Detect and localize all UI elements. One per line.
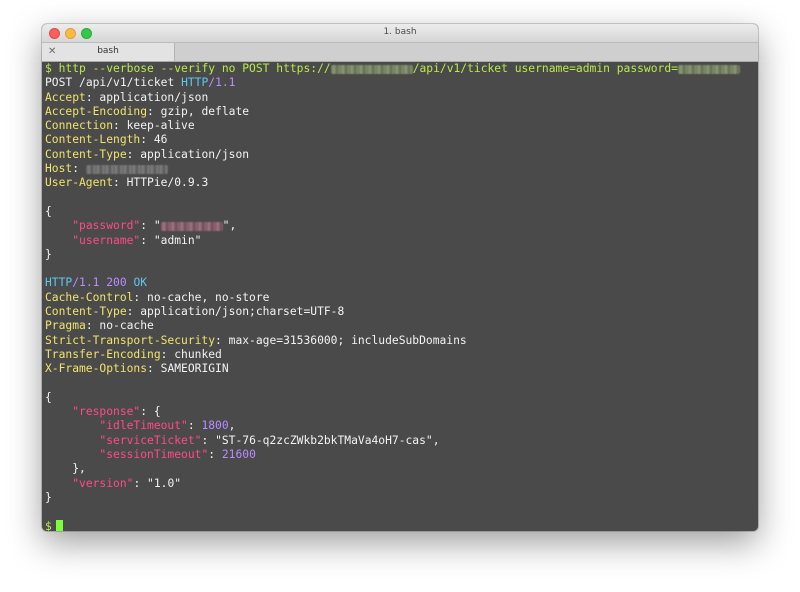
header-value: keep-alive bbox=[126, 119, 195, 133]
request-header: Connection: keep-alive bbox=[45, 119, 195, 133]
header-value: no-cache bbox=[99, 319, 154, 333]
redacted-host-value-blur bbox=[85, 164, 168, 174]
response-header: Content-Type: application/json;charset=U… bbox=[45, 305, 345, 319]
response-header: Transfer-Encoding: chunked bbox=[45, 347, 222, 361]
json-key: "username" bbox=[72, 233, 141, 247]
command-text-start: http --verbose --verify no POST https:// bbox=[58, 62, 331, 75]
header-value: application/json bbox=[140, 147, 250, 161]
redacted-password-value-blur bbox=[160, 221, 223, 231]
json-value: "1.0" bbox=[147, 476, 182, 490]
json-key: "serviceTicket" bbox=[99, 433, 202, 447]
input-prompt-line[interactable]: $ bbox=[45, 519, 758, 532]
prompt-symbol: $ bbox=[45, 62, 52, 75]
text-cursor bbox=[55, 519, 63, 531]
request-protocol: HTTP bbox=[181, 76, 209, 90]
json-key: "idleTimeout" bbox=[99, 419, 188, 433]
json-inner-close-line: }, bbox=[45, 462, 758, 476]
request-header: Accept: application/json bbox=[45, 90, 209, 104]
redacted-password-blur bbox=[677, 64, 740, 74]
terminal-window: 1. bash ✕ bash $ http --verbose --verify… bbox=[42, 24, 758, 531]
tab-bar: ✕ bash bbox=[42, 43, 758, 62]
request-header: Content-Length: 46 bbox=[45, 133, 168, 147]
tab-label: bash bbox=[97, 46, 119, 56]
json-number: 1800 bbox=[201, 419, 229, 433]
header-name: Content-Type bbox=[45, 305, 127, 319]
json-version-line: "version": "1.0" bbox=[72, 476, 182, 490]
json-key: "sessionTimeout" bbox=[99, 448, 209, 462]
header-value: 46 bbox=[153, 133, 168, 147]
terminal-output[interactable]: $ http --verbose --verify no POST https:… bbox=[42, 62, 758, 531]
json-response-line: "response": { bbox=[72, 405, 161, 419]
tab-bash[interactable]: ✕ bash bbox=[42, 43, 175, 61]
json-key: "version" bbox=[72, 476, 134, 490]
command-text-end: /api/v1/ticket username=admin password= bbox=[412, 62, 678, 75]
json-brace: }, bbox=[72, 462, 86, 476]
header-name: Content-Length bbox=[45, 133, 141, 147]
header-name: Strict-Transport-Security bbox=[45, 333, 216, 347]
request-header: Accept-Encoding: gzip, deflate bbox=[45, 104, 250, 118]
request-header: Content-Type: application/json bbox=[45, 147, 250, 161]
json-number: 21600 bbox=[221, 448, 256, 462]
response-version: /1.1 bbox=[72, 276, 100, 290]
json-key: "password" bbox=[72, 219, 141, 233]
header-value: max-age=31536000; includeSubDomains bbox=[228, 333, 467, 347]
header-value: chunked bbox=[174, 347, 222, 361]
header-value: SAMEORIGIN bbox=[160, 362, 229, 376]
json-username-line: "username": "admin" bbox=[72, 233, 202, 247]
request-header: Host: bbox=[45, 162, 758, 176]
command-line: $ http --verbose --verify no POST https:… bbox=[45, 62, 758, 76]
request-method: POST bbox=[45, 76, 73, 90]
json-value: "admin" bbox=[153, 233, 202, 247]
request-path: /api/v1/ticket bbox=[79, 76, 175, 90]
json-value: "ST-76-q2zcZWkb2bkTMaVa4oH7-cas" bbox=[215, 433, 433, 447]
header-name: Accept-Encoding bbox=[45, 104, 148, 118]
header-name: Content-Type bbox=[45, 147, 127, 161]
header-name: Host bbox=[45, 162, 73, 176]
json-idle-timeout-line: "idleTimeout": 1800, bbox=[99, 419, 236, 433]
header-value: gzip, deflate bbox=[160, 104, 250, 118]
header-name: Accept bbox=[45, 90, 86, 104]
header-name: Transfer-Encoding bbox=[45, 347, 161, 361]
header-name: Connection bbox=[45, 119, 114, 133]
header-name: User-Agent bbox=[45, 176, 114, 190]
header-value: HTTPie/0.9.3 bbox=[126, 176, 209, 190]
json-brace: { bbox=[45, 204, 52, 218]
header-name: Cache-Control bbox=[45, 290, 134, 304]
response-protocol: HTTP bbox=[45, 276, 73, 290]
header-name: X-Frame-Options bbox=[45, 362, 148, 376]
json-brace: } bbox=[45, 247, 52, 261]
header-name: Pragma bbox=[45, 319, 86, 333]
response-header: Cache-Control: no-cache, no-store bbox=[45, 290, 270, 304]
json-brace: } bbox=[45, 490, 52, 504]
request-version: /1.1 bbox=[208, 76, 236, 90]
status-text: OK bbox=[133, 276, 148, 290]
request-header: User-Agent: HTTPie/0.9.3 bbox=[45, 176, 209, 190]
json-brace: { bbox=[45, 390, 52, 404]
status-code: 200 bbox=[106, 276, 127, 290]
title-bar: 1. bash bbox=[42, 24, 758, 43]
response-header: X-Frame-Options: SAMEORIGIN bbox=[45, 362, 229, 376]
json-service-ticket-line: "serviceTicket": "ST-76-q2zcZWkb2bkTMaVa… bbox=[99, 433, 440, 447]
json-password-line: "password": " ", bbox=[72, 219, 237, 233]
json-session-timeout-line: "sessionTimeout": 21600 bbox=[99, 448, 256, 462]
response-status-line: HTTP/1.1 200 OK bbox=[45, 276, 758, 290]
response-header: Strict-Transport-Security: max-age=31536… bbox=[45, 333, 467, 347]
request-line: POST /api/v1/ticket HTTP/1.1 bbox=[45, 76, 758, 90]
prompt-symbol: $ bbox=[45, 519, 52, 532]
header-value: no-cache, no-store bbox=[147, 290, 270, 304]
json-key: "response" bbox=[72, 405, 141, 419]
window-title: 1. bash bbox=[383, 27, 417, 37]
response-header: Pragma: no-cache bbox=[45, 319, 154, 333]
header-value: application/json bbox=[99, 90, 209, 104]
header-value: application/json;charset=UTF-8 bbox=[140, 305, 345, 319]
redacted-host-blur bbox=[330, 64, 413, 74]
